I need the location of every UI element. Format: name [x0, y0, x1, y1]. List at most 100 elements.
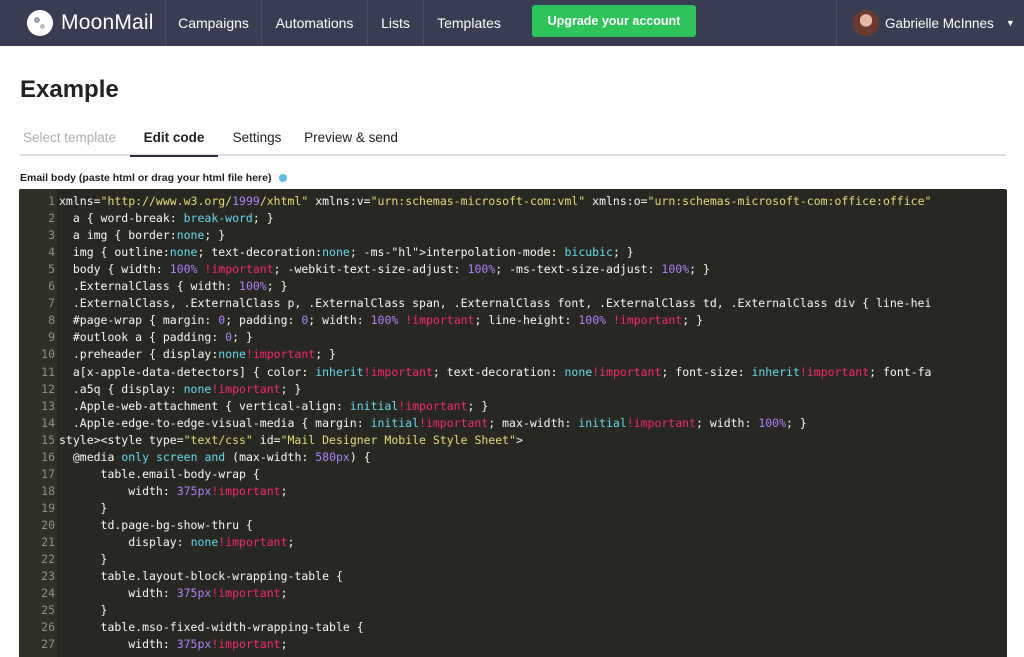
code-line[interactable]: 26 table.mso-fixed-width-wrapping-table …: [19, 619, 1007, 636]
line-number: 27: [41, 637, 55, 652]
code-line[interactable]: 14 .Apple-edge-to-edge-visual-media { ma…: [19, 415, 1007, 432]
tab-select-template[interactable]: Select template: [20, 120, 130, 154]
line-number: 21: [41, 535, 55, 549]
code-line[interactable]: 13 .Apple-web-attachment { vertical-alig…: [19, 398, 1007, 415]
code-line[interactable]: 12 .a5q { display: none!important; }: [19, 381, 1007, 398]
code-line[interactable]: 19 }: [19, 500, 1007, 517]
line-number: 11: [41, 364, 55, 379]
code-text: }: [59, 500, 108, 515]
line-number: 19: [41, 500, 55, 515]
app-name: MoonMail: [61, 11, 154, 34]
line-number: 6: [48, 279, 55, 294]
line-number: 9: [48, 330, 55, 345]
line-number: 13: [41, 398, 55, 413]
upgrade-account-button[interactable]: Upgrade your account: [532, 5, 696, 37]
nav-lists[interactable]: Lists: [368, 0, 424, 46]
line-number: 3: [48, 228, 55, 243]
code-line[interactable]: 18 width: 375px!important;: [19, 483, 1007, 500]
user-menu[interactable]: Gabrielle McInnes ▼: [836, 0, 1024, 46]
tab-preview-send[interactable]: Preview & send: [296, 120, 406, 154]
code-line[interactable]: 1 xmlns="http://www.w3.org/1999/xhtml" xm…: [19, 193, 1007, 210]
email-body-label: Email body (paste html or drag your html…: [20, 172, 288, 184]
line-number: 25: [41, 603, 55, 618]
email-body-label-text: Email body (paste html or drag your html…: [20, 172, 272, 184]
code-text: body { width: 100% !important; -webkit-t…: [59, 262, 710, 277]
code-line[interactable]: 2 a { word-break: break-word; }: [19, 210, 1007, 227]
code-line[interactable]: 4 img { outline:none; text-decoration:no…: [19, 244, 1007, 261]
user-name: Gabrielle McInnes: [885, 15, 994, 31]
code-text: a[x-apple-data-detectors] { color: inher…: [59, 364, 932, 379]
nav-automations[interactable]: Automations: [262, 0, 368, 46]
line-number: 10: [41, 347, 55, 362]
code-line[interactable]: 23 table.layout-block-wrapping-table {: [19, 568, 1007, 585]
code-line[interactable]: 8 #page-wrap { margin: 0; padding: 0; wi…: [19, 312, 1007, 329]
line-number: 1: [48, 194, 55, 208]
app-logo[interactable]: MoonMail: [0, 0, 166, 46]
info-icon[interactable]: [279, 174, 288, 182]
code-line[interactable]: 10 .preheader { display:none!important; …: [19, 346, 1007, 363]
nav-campaigns[interactable]: Campaigns: [166, 0, 262, 46]
code-text: width: 375px!important;: [59, 483, 288, 498]
code-line[interactable]: 17 table.email-body-wrap {: [19, 466, 1007, 483]
nav-templates[interactable]: Templates: [424, 0, 514, 46]
code-text: width: 375px!important;: [59, 637, 288, 652]
line-number: 15: [41, 432, 55, 447]
code-line[interactable]: 24 width: 375px!important;: [19, 585, 1007, 602]
code-line[interactable]: 6 .ExternalClass { width: 100%; }: [19, 278, 1007, 295]
code-text: }: [59, 603, 108, 618]
line-number: 17: [41, 466, 55, 481]
line-number: 20: [41, 517, 55, 532]
code-line[interactable]: 21 display: none!important;: [19, 534, 1007, 551]
code-text: @media only screen and (max-width: 580px…: [59, 449, 371, 464]
code-text: table.layout-block-wrapping-table {: [59, 569, 343, 584]
code-line[interactable]: 20 td.page-bg-show-thru {: [19, 517, 1007, 534]
code-text: display: none!important;: [59, 535, 295, 549]
code-text: }: [59, 552, 108, 567]
code-text: #outlook a { padding: 0; }: [59, 330, 253, 345]
code-line[interactable]: 27 width: 375px!important;: [19, 636, 1007, 653]
code-line[interactable]: 9 #outlook a { padding: 0; }: [19, 329, 1007, 346]
chevron-down-icon[interactable]: ▼: [1006, 18, 1015, 28]
step-tabs: Select template Edit code Settings Previ…: [20, 120, 1006, 157]
code-text: a { word-break: break-word; }: [59, 211, 274, 226]
code-text: .Apple-web-attachment { vertical-align: …: [59, 398, 489, 413]
tab-settings[interactable]: Settings: [218, 120, 296, 154]
line-number: 22: [41, 552, 55, 567]
code-text: td.page-bg-show-thru {: [59, 517, 253, 532]
line-number: 5: [48, 262, 55, 277]
code-text: table.mso-fixed-width-wrapping-table {: [59, 620, 364, 635]
moon-logo-icon: [27, 10, 53, 36]
code-editor[interactable]: 1 xmlns="http://www.w3.org/1999/xhtml" xm…: [19, 189, 1007, 657]
code-text: img { outline:none; text-decoration:none…: [59, 245, 634, 260]
code-line[interactable]: 22 }: [19, 551, 1007, 568]
code-text: style><style type="text/css" id="Mail De…: [59, 432, 523, 447]
page-title: Example: [20, 76, 119, 103]
line-number: 18: [41, 483, 55, 498]
code-text: #page-wrap { margin: 0; padding: 0; widt…: [59, 313, 704, 328]
code-text: xmlns="http://www.w3.org/1999/xhtml" xml…: [59, 194, 932, 208]
line-number: 4: [48, 245, 55, 260]
code-text: .Apple-edge-to-edge-visual-media { margi…: [59, 415, 807, 430]
line-number: 24: [41, 586, 55, 601]
code-text: width: 375px!important;: [59, 586, 288, 601]
code-text: a img { border:none; }: [59, 228, 226, 243]
line-number: 8: [48, 313, 55, 328]
avatar: [853, 10, 879, 36]
code-line[interactable]: 11 a[x-apple-data-detectors] { color: in…: [19, 364, 1007, 381]
line-number: 23: [41, 569, 55, 584]
code-line[interactable]: 7 .ExternalClass, .ExternalClass p, .Ext…: [19, 295, 1007, 312]
code-line[interactable]: 25 }: [19, 602, 1007, 619]
line-number: 14: [41, 415, 55, 430]
code-text: table.email-body-wrap {: [59, 466, 260, 481]
line-number: 16: [41, 449, 55, 464]
code-line[interactable]: 5 body { width: 100% !important; -webkit…: [19, 261, 1007, 278]
tab-edit-code[interactable]: Edit code: [130, 120, 218, 157]
line-number: 2: [48, 211, 55, 226]
code-line[interactable]: 16 @media only screen and (max-width: 58…: [19, 449, 1007, 466]
line-number: 7: [48, 296, 55, 311]
code-line[interactable]: 15 style><style type="text/css" id="Mail …: [19, 432, 1007, 449]
line-number: 12: [41, 381, 55, 396]
code-text: .ExternalClass { width: 100%; }: [59, 279, 288, 294]
code-text: .a5q { display: none!important; }: [59, 381, 302, 396]
code-line[interactable]: 3 a img { border:none; }: [19, 227, 1007, 244]
